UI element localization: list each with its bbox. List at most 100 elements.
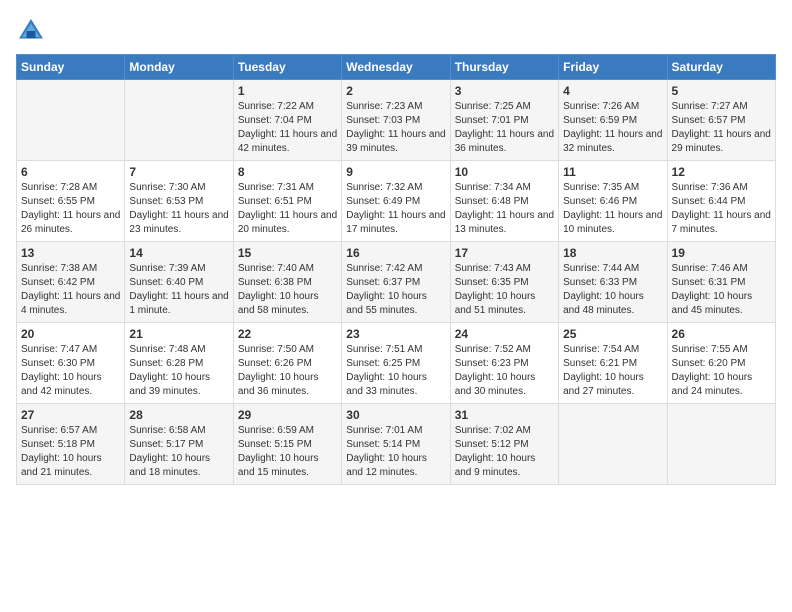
cell-content: Sunrise: 7:26 AMSunset: 6:59 PMDaylight:… (563, 100, 662, 156)
day-number: 29 (238, 408, 337, 422)
calendar-cell: 7 Sunrise: 7:30 AMSunset: 6:53 PMDaylight… (125, 161, 233, 242)
calendar-table: SundayMondayTuesdayWednesdayThursdayFrid… (16, 54, 776, 485)
calendar-cell: 6 Sunrise: 7:28 AMSunset: 6:55 PMDaylight… (17, 161, 125, 242)
calendar-cell: 23 Sunrise: 7:51 AMSunset: 6:25 PMDayligh… (342, 323, 450, 404)
week-row-2: 6 Sunrise: 7:28 AMSunset: 6:55 PMDaylight… (17, 161, 776, 242)
cell-content: Sunrise: 7:52 AMSunset: 6:23 PMDaylight:… (455, 343, 554, 399)
header-cell-monday: Monday (125, 55, 233, 80)
cell-content: Sunrise: 7:46 AMSunset: 6:31 PMDaylight:… (672, 262, 771, 318)
header-cell-friday: Friday (559, 55, 667, 80)
cell-content: Sunrise: 7:44 AMSunset: 6:33 PMDaylight:… (563, 262, 662, 318)
day-number: 5 (672, 84, 771, 98)
cell-content: Sunrise: 7:35 AMSunset: 6:46 PMDaylight:… (563, 181, 662, 237)
calendar-cell: 22 Sunrise: 7:50 AMSunset: 6:26 PMDayligh… (233, 323, 341, 404)
day-number: 7 (129, 165, 228, 179)
cell-content: Sunrise: 6:57 AMSunset: 5:18 PMDaylight:… (21, 424, 120, 480)
day-number: 16 (346, 246, 445, 260)
day-number: 11 (563, 165, 662, 179)
cell-content: Sunrise: 7:02 AMSunset: 5:12 PMDaylight:… (455, 424, 554, 480)
cell-content: Sunrise: 7:39 AMSunset: 6:40 PMDaylight:… (129, 262, 228, 318)
day-number: 27 (21, 408, 120, 422)
calendar-cell: 16 Sunrise: 7:42 AMSunset: 6:37 PMDayligh… (342, 242, 450, 323)
day-number: 19 (672, 246, 771, 260)
day-number: 2 (346, 84, 445, 98)
week-row-3: 13 Sunrise: 7:38 AMSunset: 6:42 PMDayligh… (17, 242, 776, 323)
calendar-cell: 14 Sunrise: 7:39 AMSunset: 6:40 PMDayligh… (125, 242, 233, 323)
day-number: 15 (238, 246, 337, 260)
cell-content: Sunrise: 7:43 AMSunset: 6:35 PMDaylight:… (455, 262, 554, 318)
header-row: SundayMondayTuesdayWednesdayThursdayFrid… (17, 55, 776, 80)
calendar-header: SundayMondayTuesdayWednesdayThursdayFrid… (17, 55, 776, 80)
calendar-cell: 25 Sunrise: 7:54 AMSunset: 6:21 PMDayligh… (559, 323, 667, 404)
calendar-cell (667, 404, 775, 485)
calendar-cell (17, 80, 125, 161)
calendar-cell: 21Sunrise: 7:48 AMSunset: 6:28 PMDayligh… (125, 323, 233, 404)
day-number: 12 (672, 165, 771, 179)
day-number: 28 (129, 408, 228, 422)
cell-content: Sunrise: 7:34 AMSunset: 6:48 PMDaylight:… (455, 181, 554, 237)
day-number: 31 (455, 408, 554, 422)
day-number: 14 (129, 246, 228, 260)
calendar-cell: 13 Sunrise: 7:38 AMSunset: 6:42 PMDayligh… (17, 242, 125, 323)
calendar-cell (559, 404, 667, 485)
logo (16, 16, 50, 46)
calendar-cell (125, 80, 233, 161)
day-number: 3 (455, 84, 554, 98)
cell-content: Sunrise: 7:30 AMSunset: 6:53 PMDaylight:… (129, 181, 228, 237)
cell-content: Sunrise: 7:55 AMSunset: 6:20 PMDaylight:… (672, 343, 771, 399)
calendar-cell: 4 Sunrise: 7:26 AMSunset: 6:59 PMDaylight… (559, 80, 667, 161)
cell-content: Sunrise: 7:22 AMSunset: 7:04 PMDaylight:… (238, 100, 337, 156)
cell-content: Sunrise: 7:01 AMSunset: 5:14 PMDaylight:… (346, 424, 445, 480)
calendar-cell: 10 Sunrise: 7:34 AMSunset: 6:48 PMDayligh… (450, 161, 558, 242)
calendar-cell: 27 Sunrise: 6:57 AMSunset: 5:18 PMDayligh… (17, 404, 125, 485)
cell-content: Sunrise: 6:58 AMSunset: 5:17 PMDaylight:… (129, 424, 228, 480)
day-number: 20 (21, 327, 120, 341)
cell-content: Sunrise: 7:42 AMSunset: 6:37 PMDaylight:… (346, 262, 445, 318)
day-number: 22 (238, 327, 337, 341)
day-number: 9 (346, 165, 445, 179)
day-number: 8 (238, 165, 337, 179)
day-number: 25 (563, 327, 662, 341)
calendar-cell: 8 Sunrise: 7:31 AMSunset: 6:51 PMDaylight… (233, 161, 341, 242)
cell-content: Sunrise: 7:28 AMSunset: 6:55 PMDaylight:… (21, 181, 120, 237)
calendar-cell: 17Sunrise: 7:43 AMSunset: 6:35 PMDayligh… (450, 242, 558, 323)
cell-content: Sunrise: 6:59 AMSunset: 5:15 PMDaylight:… (238, 424, 337, 480)
cell-content: Sunrise: 7:38 AMSunset: 6:42 PMDaylight:… (21, 262, 120, 318)
week-row-1: 1 Sunrise: 7:22 AMSunset: 7:04 PMDaylight… (17, 80, 776, 161)
calendar-body: 1 Sunrise: 7:22 AMSunset: 7:04 PMDaylight… (17, 80, 776, 485)
day-number: 13 (21, 246, 120, 260)
calendar-cell: 29 Sunrise: 6:59 AMSunset: 5:15 PMDayligh… (233, 404, 341, 485)
cell-content: Sunrise: 7:36 AMSunset: 6:44 PMDaylight:… (672, 181, 771, 237)
calendar-cell: 15 Sunrise: 7:40 AMSunset: 6:38 PMDayligh… (233, 242, 341, 323)
cell-content: Sunrise: 7:54 AMSunset: 6:21 PMDaylight:… (563, 343, 662, 399)
day-number: 1 (238, 84, 337, 98)
day-number: 4 (563, 84, 662, 98)
cell-content: Sunrise: 7:48 AMSunset: 6:28 PMDaylight:… (129, 343, 228, 399)
cell-content: Sunrise: 7:31 AMSunset: 6:51 PMDaylight:… (238, 181, 337, 237)
calendar-cell: 24 Sunrise: 7:52 AMSunset: 6:23 PMDayligh… (450, 323, 558, 404)
day-number: 26 (672, 327, 771, 341)
calendar-cell: 26 Sunrise: 7:55 AMSunset: 6:20 PMDayligh… (667, 323, 775, 404)
calendar-cell: 18Sunrise: 7:44 AMSunset: 6:33 PMDayligh… (559, 242, 667, 323)
cell-content: Sunrise: 7:51 AMSunset: 6:25 PMDaylight:… (346, 343, 445, 399)
day-number: 6 (21, 165, 120, 179)
calendar-cell: 12 Sunrise: 7:36 AMSunset: 6:44 PMDayligh… (667, 161, 775, 242)
cell-content: Sunrise: 7:50 AMSunset: 6:26 PMDaylight:… (238, 343, 337, 399)
calendar-cell: 31 Sunrise: 7:02 AMSunset: 5:12 PMDayligh… (450, 404, 558, 485)
day-number: 23 (346, 327, 445, 341)
calendar-cell: 11 Sunrise: 7:35 AMSunset: 6:46 PMDayligh… (559, 161, 667, 242)
header-cell-tuesday: Tuesday (233, 55, 341, 80)
cell-content: Sunrise: 7:25 AMSunset: 7:01 PMDaylight:… (455, 100, 554, 156)
calendar-cell: 5 Sunrise: 7:27 AMSunset: 6:57 PMDaylight… (667, 80, 775, 161)
cell-content: Sunrise: 7:32 AMSunset: 6:49 PMDaylight:… (346, 181, 445, 237)
header-cell-wednesday: Wednesday (342, 55, 450, 80)
calendar-cell: 19 Sunrise: 7:46 AMSunset: 6:31 PMDayligh… (667, 242, 775, 323)
day-number: 24 (455, 327, 554, 341)
header-cell-sunday: Sunday (17, 55, 125, 80)
week-row-5: 27 Sunrise: 6:57 AMSunset: 5:18 PMDayligh… (17, 404, 776, 485)
calendar-cell: 30Sunrise: 7:01 AMSunset: 5:14 PMDayligh… (342, 404, 450, 485)
calendar-cell: 9 Sunrise: 7:32 AMSunset: 6:49 PMDaylight… (342, 161, 450, 242)
cell-content: Sunrise: 7:27 AMSunset: 6:57 PMDaylight:… (672, 100, 771, 156)
cell-content: Sunrise: 7:40 AMSunset: 6:38 PMDaylight:… (238, 262, 337, 318)
day-number: 10 (455, 165, 554, 179)
